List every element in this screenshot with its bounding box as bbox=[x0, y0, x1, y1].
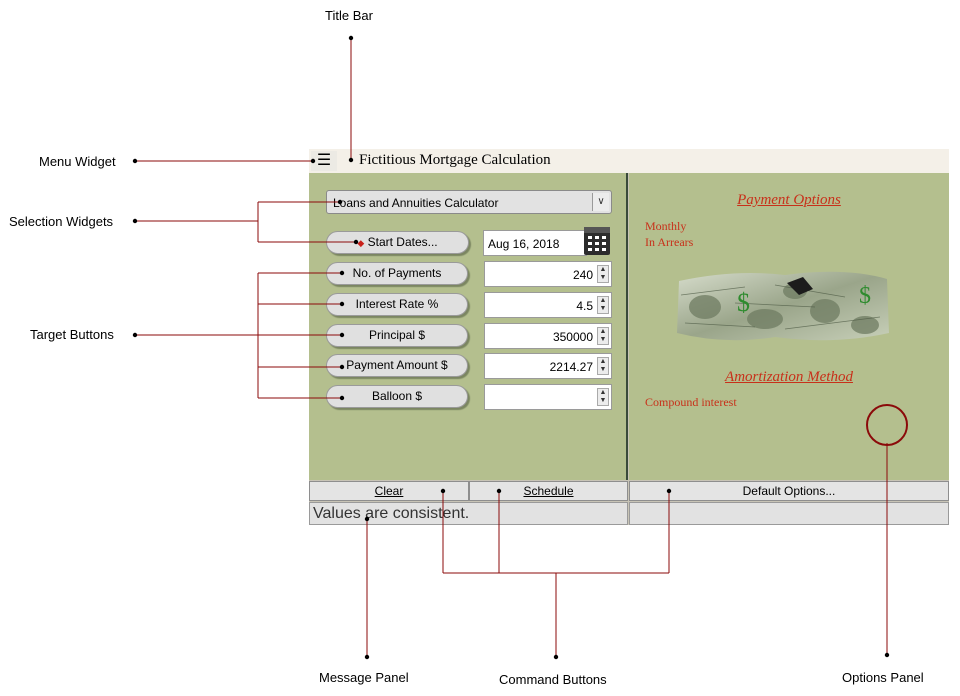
schedule-label: Schedule bbox=[523, 484, 574, 498]
label-options-panel: Options Panel bbox=[842, 670, 924, 685]
target-button-balloon[interactable]: Balloon $ bbox=[326, 385, 468, 408]
interest-rate-field[interactable]: 4.5 ▲ ▼ bbox=[484, 292, 612, 318]
target-label: Interest Rate % bbox=[355, 297, 439, 311]
target-label: Principal $ bbox=[368, 328, 426, 342]
options-status-panel bbox=[629, 502, 949, 525]
start-dates-button[interactable]: ◆ Start Dates... bbox=[326, 231, 469, 254]
spinner-icon[interactable]: ▲ ▼ bbox=[597, 357, 609, 375]
payment-options-link[interactable]: Payment Options bbox=[629, 192, 949, 209]
target-label: No. of Payments bbox=[352, 266, 442, 280]
start-dates-label: Start Dates... bbox=[367, 235, 438, 249]
clear-label: Clear bbox=[374, 484, 404, 498]
target-button-no-of-payments[interactable]: No. of Payments bbox=[326, 262, 468, 285]
default-options-label: Default Options... bbox=[742, 484, 836, 498]
spinner-icon[interactable]: ▲ ▼ bbox=[597, 327, 609, 345]
target-button-payment-amount[interactable]: Payment Amount $ bbox=[326, 354, 468, 377]
principal-value: 350000 bbox=[552, 330, 593, 344]
principal-field[interactable]: 350000 ▲ ▼ bbox=[484, 323, 612, 349]
options-panel-marker bbox=[866, 404, 908, 446]
spinner-icon[interactable]: ▲ ▼ bbox=[597, 265, 609, 283]
balloon-field[interactable]: ▲ ▼ bbox=[484, 384, 612, 410]
schedule-button[interactable]: Schedule bbox=[469, 481, 628, 501]
spinner-icon[interactable]: ▲ ▼ bbox=[597, 296, 609, 314]
start-date-field[interactable]: Aug 16, 2018 bbox=[483, 230, 587, 256]
label-target-buttons: Target Buttons bbox=[30, 327, 114, 342]
payment-amount-value: 2214.27 bbox=[549, 360, 593, 374]
app-window: ☰ Fictitious Mortgage Calculation Loans … bbox=[309, 149, 949, 525]
calculator-select[interactable]: Loans and Annuities Calculator ∨ bbox=[326, 190, 612, 214]
label-message-panel: Message Panel bbox=[319, 670, 409, 685]
start-date-value: Aug 16, 2018 bbox=[488, 237, 560, 251]
spinner-icon[interactable]: ▲ ▼ bbox=[597, 388, 609, 406]
svg-text:$: $ bbox=[737, 288, 750, 317]
message-panel: Values are consistent. bbox=[309, 502, 628, 525]
chevron-down-icon[interactable]: ∨ bbox=[592, 193, 609, 211]
calendar-icon[interactable] bbox=[584, 227, 610, 255]
status-message: Values are consistent. bbox=[313, 505, 470, 522]
interest-rate-value: 4.5 bbox=[576, 299, 593, 313]
label-menu-widget: Menu Widget bbox=[39, 154, 116, 169]
label-title-bar: Title Bar bbox=[325, 8, 373, 23]
svg-text:$: $ bbox=[859, 283, 871, 309]
amortization-method-link[interactable]: Amortization Method bbox=[629, 369, 949, 386]
amortization-value: Compound interest bbox=[645, 395, 737, 409]
title-bar: ☰ Fictitious Mortgage Calculation bbox=[309, 149, 949, 173]
calculator-select-value: Loans and Annuities Calculator bbox=[333, 196, 499, 210]
target-button-principal[interactable]: Principal $ bbox=[326, 324, 468, 347]
label-command-buttons: Command Buttons bbox=[499, 672, 607, 687]
no-of-payments-value: 240 bbox=[572, 268, 593, 282]
money-image: $ $ bbox=[677, 271, 889, 341]
default-options-button[interactable]: Default Options... bbox=[629, 481, 949, 501]
payment-amount-field[interactable]: 2214.27 ▲ ▼ bbox=[484, 353, 612, 379]
target-label: Balloon $ bbox=[371, 389, 423, 403]
payment-frequency: Monthly bbox=[645, 219, 687, 233]
target-panel: Loans and Annuities Calculator ∨ ◆ Start… bbox=[309, 173, 628, 480]
clear-button[interactable]: Clear bbox=[309, 481, 469, 501]
payment-timing: In Arrears bbox=[645, 235, 694, 249]
hamburger-menu-icon[interactable]: ☰ bbox=[311, 151, 337, 171]
window-title: Fictitious Mortgage Calculation bbox=[359, 152, 551, 168]
label-selection-widgets: Selection Widgets bbox=[9, 214, 114, 229]
target-label: Payment Amount $ bbox=[346, 358, 448, 372]
red-diamond-icon: ◆ bbox=[357, 238, 365, 248]
target-button-interest-rate[interactable]: Interest Rate % bbox=[326, 293, 468, 316]
calendar-icon-graphic bbox=[584, 227, 610, 251]
no-of-payments-field[interactable]: 240 ▲ ▼ bbox=[484, 261, 612, 287]
